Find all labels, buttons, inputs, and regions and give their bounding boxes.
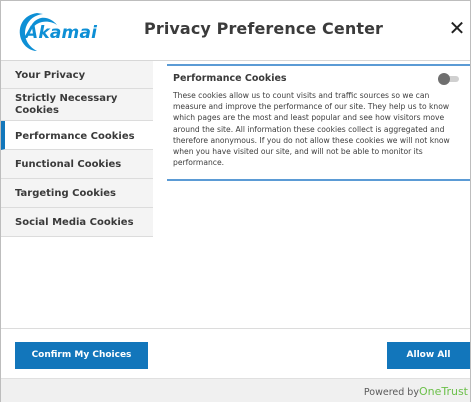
section-top-divider bbox=[167, 64, 470, 66]
dialog-header: Akamai Privacy Preference Center ✕ bbox=[1, 1, 470, 61]
section-title: Performance Cookies bbox=[173, 73, 287, 84]
sidebar-item-label: Functional Cookies bbox=[15, 159, 122, 170]
powered-by-bar: Powered byOneTrust bbox=[1, 378, 470, 402]
sidebar-item-targeting[interactable]: Targeting Cookies bbox=[1, 179, 153, 208]
performance-cookies-toggle[interactable] bbox=[438, 73, 460, 85]
close-icon[interactable]: ✕ bbox=[447, 17, 467, 39]
sidebar-item-label: Your Privacy bbox=[15, 70, 86, 81]
confirm-my-choices-button[interactable]: Confirm My Choices bbox=[15, 342, 148, 369]
privacy-preference-dialog: Akamai Privacy Preference Center ✕ Your … bbox=[0, 0, 471, 402]
category-sidebar: Your Privacy Strictly Necessary Cookies … bbox=[1, 61, 153, 237]
sidebar-item-label: Performance Cookies bbox=[15, 131, 135, 142]
powered-by-text: Powered by bbox=[363, 387, 419, 398]
powered-by-link[interactable]: Powered byOneTrust bbox=[364, 385, 468, 398]
sidebar-item-strictly-necessary[interactable]: Strictly Necessary Cookies bbox=[1, 89, 153, 121]
section-description: These cookies allow us to count visits a… bbox=[173, 91, 450, 168]
sidebar-item-social-media[interactable]: Social Media Cookies bbox=[1, 208, 153, 237]
dialog-title: Privacy Preference Center bbox=[144, 19, 384, 38]
logo-text: Akamai bbox=[25, 23, 98, 43]
toggle-knob bbox=[438, 73, 450, 85]
section-bottom-divider bbox=[167, 179, 470, 181]
sidebar-item-performance[interactable]: Performance Cookies bbox=[1, 121, 153, 150]
sidebar-item-label: Social Media Cookies bbox=[15, 217, 134, 228]
sidebar-item-your-privacy[interactable]: Your Privacy bbox=[1, 61, 153, 89]
allow-all-button[interactable]: Allow All bbox=[387, 342, 470, 369]
sidebar-item-label: Targeting Cookies bbox=[15, 188, 117, 199]
onetrust-brand: OneTrust bbox=[418, 385, 468, 398]
footer-divider bbox=[1, 328, 470, 329]
sidebar-item-functional[interactable]: Functional Cookies bbox=[1, 150, 153, 179]
sidebar-item-label: Strictly Necessary Cookies bbox=[15, 93, 118, 116]
